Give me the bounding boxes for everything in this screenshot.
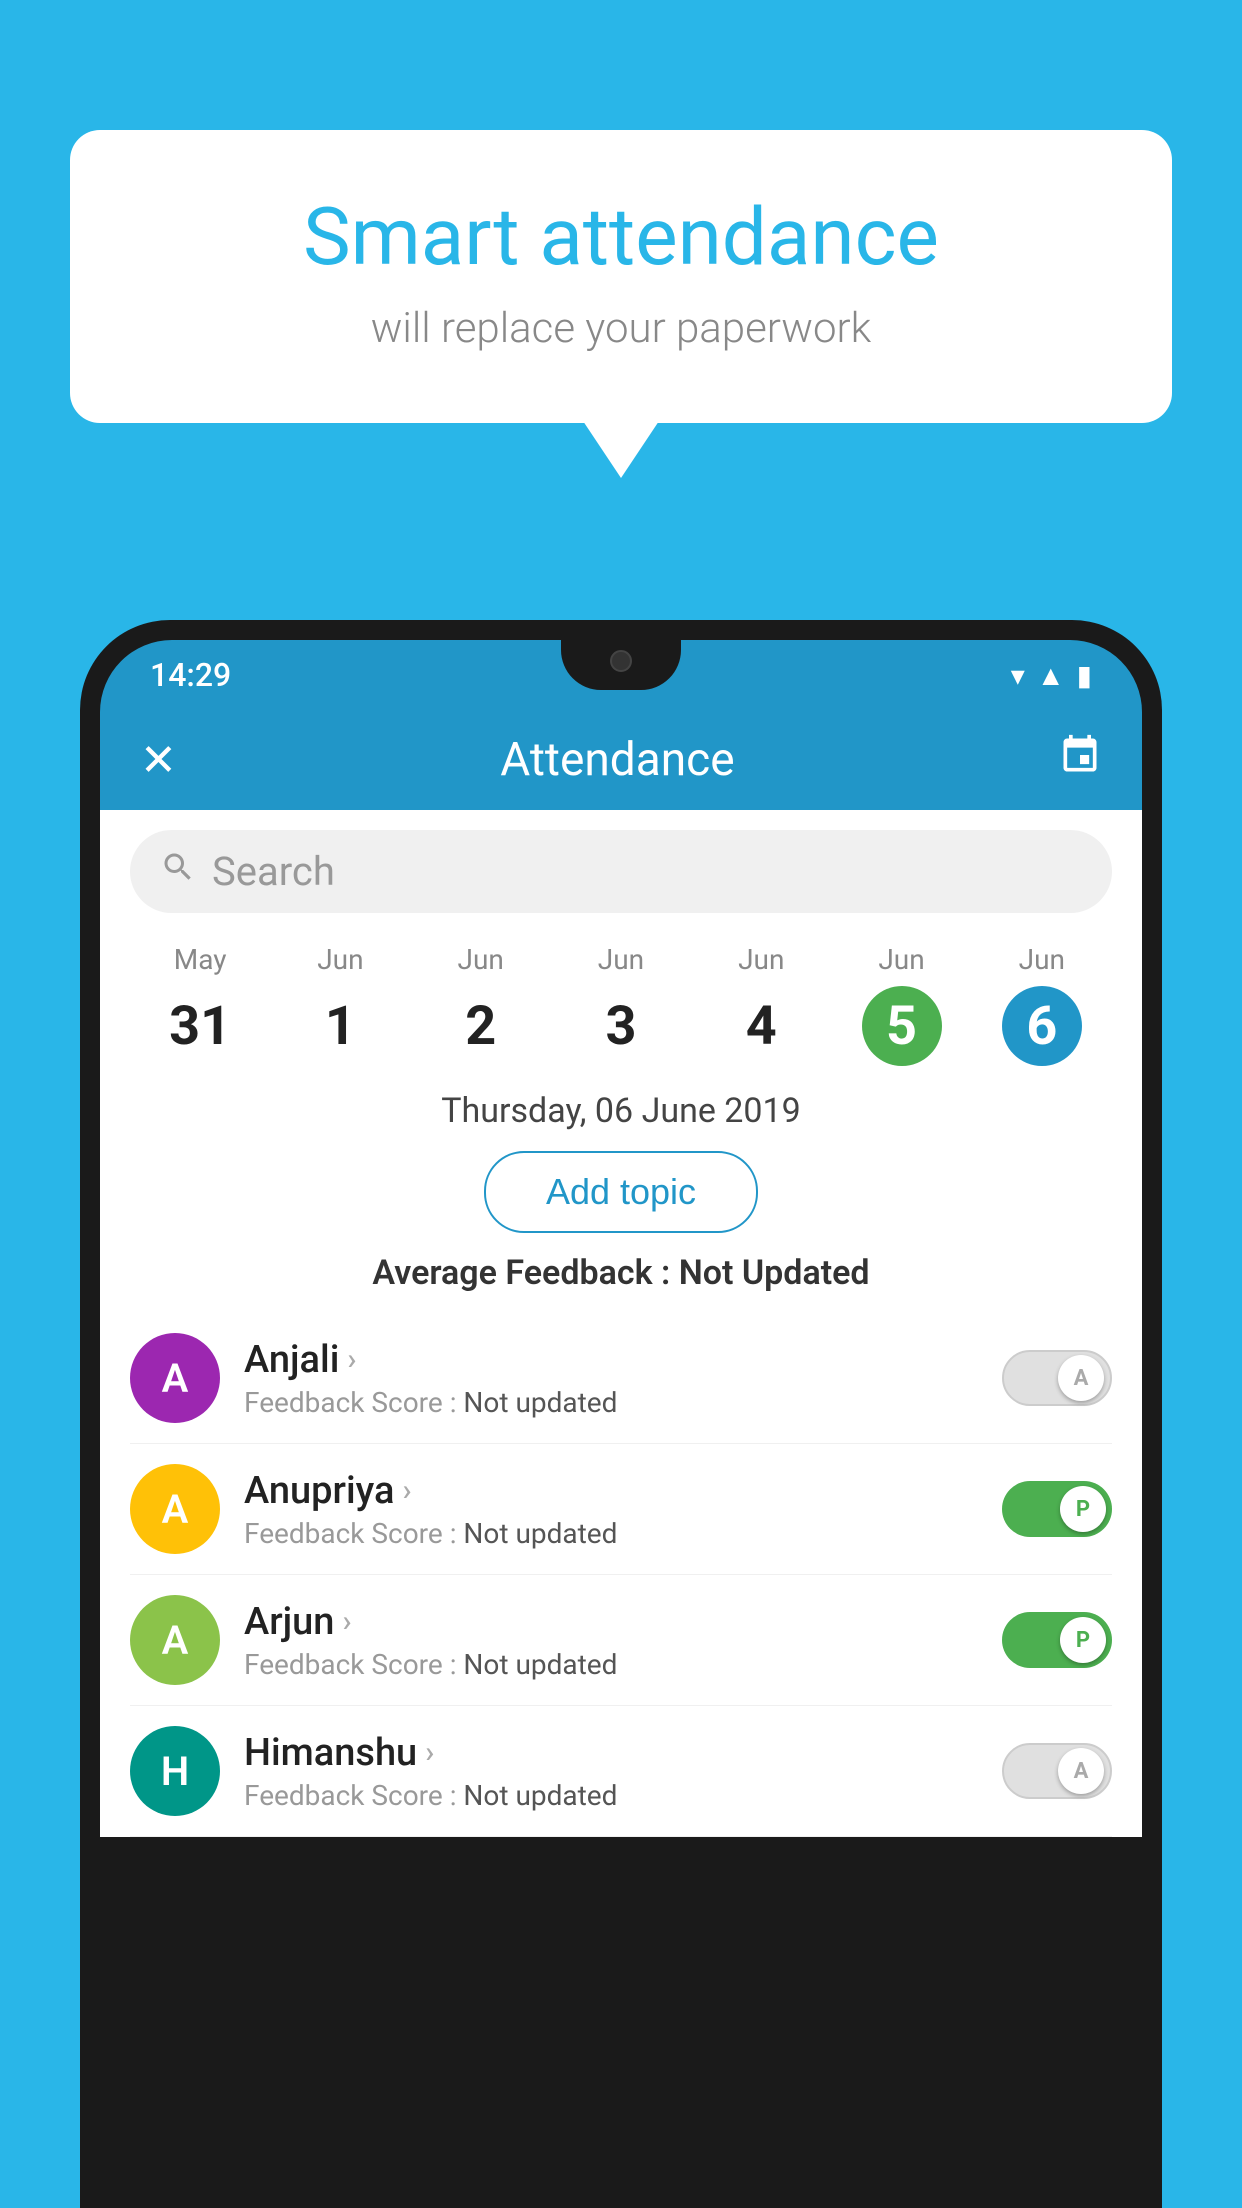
bubble-title: Smart attendance: [150, 190, 1092, 284]
student-item: A Arjun › Feedback Score : Not updated P: [130, 1575, 1112, 1706]
header-title: Attendance: [500, 733, 734, 787]
status-time: 14:29: [150, 656, 231, 694]
student-feedback: Feedback Score : Not updated: [244, 1648, 978, 1681]
status-bar: 14:29 ▾ ▲ ▮: [100, 640, 1142, 710]
status-icons: ▾ ▲ ▮: [1011, 659, 1092, 692]
cal-day-4[interactable]: Jun 4: [691, 943, 831, 1066]
cal-month: Jun: [270, 943, 410, 976]
avg-feedback: Average Feedback : Not Updated: [100, 1253, 1142, 1293]
phone-notch: [561, 640, 681, 690]
student-avatar: A: [130, 1595, 220, 1685]
chevron-right-icon: ›: [342, 1604, 351, 1639]
toggle-knob: A: [1058, 1748, 1104, 1794]
student-feedback: Feedback Score : Not updated: [244, 1517, 978, 1550]
phone-inner: 14:29 ▾ ▲ ▮ ✕ Attendance: [100, 640, 1142, 2188]
chevron-right-icon: ›: [425, 1735, 434, 1770]
toggle-knob: P: [1060, 1486, 1106, 1532]
cal-date: 3: [581, 986, 661, 1066]
phone-frame: 14:29 ▾ ▲ ▮ ✕ Attendance: [80, 620, 1162, 2208]
search-placeholder: Search: [212, 848, 335, 895]
signal-icon: ▲: [1037, 659, 1065, 692]
cal-day-2[interactable]: Jun 2: [411, 943, 551, 1066]
search-bar[interactable]: Search: [130, 830, 1112, 913]
student-name[interactable]: Arjun ›: [244, 1600, 978, 1644]
student-avatar: H: [130, 1726, 220, 1816]
toggle-knob: A: [1058, 1355, 1104, 1401]
cal-date: 1: [300, 986, 380, 1066]
student-feedback: Feedback Score : Not updated: [244, 1779, 978, 1812]
toggle-knob: P: [1060, 1617, 1106, 1663]
cal-date: 6: [1002, 986, 1082, 1066]
cal-day-1[interactable]: Jun 1: [270, 943, 410, 1066]
cal-day-5[interactable]: Jun 5: [831, 943, 971, 1066]
cal-day-6[interactable]: Jun 6: [972, 943, 1112, 1066]
cal-date: 4: [721, 986, 801, 1066]
app-header: ✕ Attendance: [100, 710, 1142, 810]
attendance-toggle[interactable]: A: [1002, 1350, 1112, 1406]
app-content: Search May 31 Jun 1 Jun 2 Jun 3 Jun 4 Ju…: [100, 810, 1142, 1837]
add-topic-button[interactable]: Add topic: [484, 1151, 758, 1233]
speech-bubble-container: Smart attendance will replace your paper…: [70, 130, 1172, 423]
bubble-subtitle: will replace your paperwork: [150, 304, 1092, 353]
cal-month: Jun: [411, 943, 551, 976]
speech-bubble: Smart attendance will replace your paper…: [70, 130, 1172, 423]
cal-month: Jun: [831, 943, 971, 976]
student-name[interactable]: Anjali ›: [244, 1338, 978, 1382]
close-button[interactable]: ✕: [140, 734, 177, 786]
student-feedback: Feedback Score : Not updated: [244, 1386, 978, 1419]
cal-month: Jun: [972, 943, 1112, 976]
student-item: A Anjali › Feedback Score : Not updated …: [130, 1313, 1112, 1444]
student-list: A Anjali › Feedback Score : Not updated …: [100, 1313, 1142, 1837]
feedback-value: Not updated: [463, 1648, 617, 1681]
student-name[interactable]: Himanshu ›: [244, 1731, 978, 1775]
feedback-value: Not updated: [463, 1517, 617, 1550]
search-icon: [160, 849, 196, 894]
cal-month: May: [130, 943, 270, 976]
student-info: Himanshu › Feedback Score : Not updated: [244, 1731, 978, 1812]
feedback-value: Not updated: [463, 1386, 617, 1419]
student-info: Anjali › Feedback Score : Not updated: [244, 1338, 978, 1419]
student-avatar: A: [130, 1333, 220, 1423]
student-item: A Anupriya › Feedback Score : Not update…: [130, 1444, 1112, 1575]
cal-month: Jun: [551, 943, 691, 976]
student-name[interactable]: Anupriya ›: [244, 1469, 978, 1513]
student-avatar: A: [130, 1464, 220, 1554]
student-info: Anupriya › Feedback Score : Not updated: [244, 1469, 978, 1550]
chevron-right-icon: ›: [347, 1342, 356, 1377]
calendar-icon[interactable]: [1058, 733, 1102, 787]
cal-day-0[interactable]: May 31: [130, 943, 270, 1066]
wifi-icon: ▾: [1011, 659, 1025, 692]
feedback-value: Not updated: [463, 1779, 617, 1812]
attendance-toggle[interactable]: P: [1002, 1612, 1112, 1668]
cal-date: 5: [862, 986, 942, 1066]
attendance-toggle[interactable]: A: [1002, 1743, 1112, 1799]
calendar-strip: May 31 Jun 1 Jun 2 Jun 3 Jun 4 Jun 5 Jun…: [100, 933, 1142, 1066]
front-camera: [610, 650, 632, 672]
selected-date: Thursday, 06 June 2019: [100, 1066, 1142, 1141]
avg-feedback-value: Not Updated: [679, 1253, 870, 1293]
student-item: H Himanshu › Feedback Score : Not update…: [130, 1706, 1112, 1837]
attendance-toggle[interactable]: P: [1002, 1481, 1112, 1537]
cal-month: Jun: [691, 943, 831, 976]
student-info: Arjun › Feedback Score : Not updated: [244, 1600, 978, 1681]
battery-icon: ▮: [1077, 659, 1092, 692]
cal-date: 31: [160, 986, 240, 1066]
avg-feedback-label: Average Feedback :: [372, 1253, 670, 1293]
cal-date: 2: [441, 986, 521, 1066]
cal-day-3[interactable]: Jun 3: [551, 943, 691, 1066]
chevron-right-icon: ›: [402, 1473, 411, 1508]
